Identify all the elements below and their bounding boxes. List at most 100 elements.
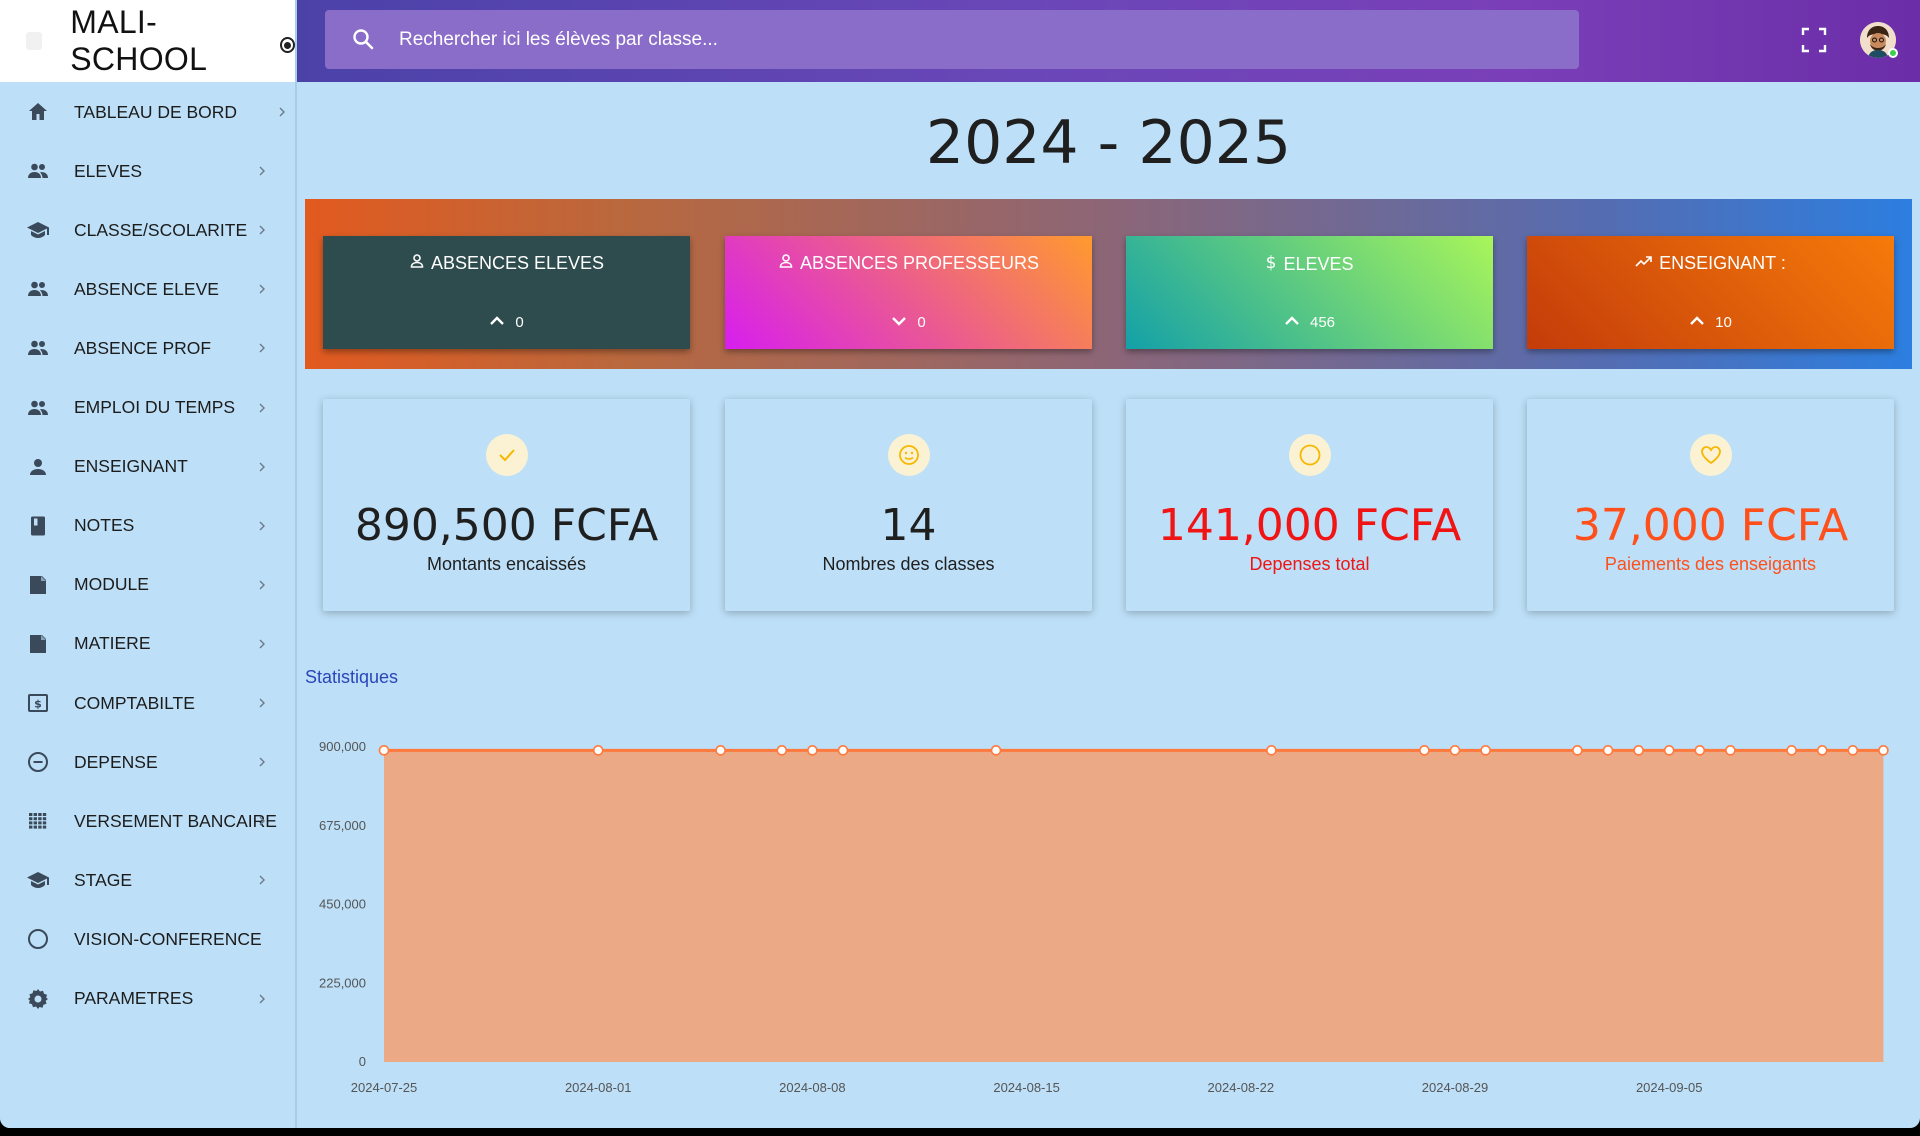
sidebar-item-parametres[interactable]: PARAMETRES [0, 974, 297, 1024]
sidebar-item-label: ELEVES [74, 160, 143, 181]
data-point [1419, 745, 1430, 756]
data-point [837, 745, 849, 756]
data-point [378, 745, 390, 756]
trend-up-icon [1284, 314, 1300, 331]
summary-card-eleves[interactable]: $ ELEVES 456 [1126, 236, 1493, 349]
stat-card-depenses-total[interactable]: 141,000 FCFA Depenses total [1126, 399, 1493, 611]
y-tick-label: 450,000 [319, 897, 366, 912]
sidebar-item-tableau-de-bord[interactable]: TABLEAU DE BORD [0, 87, 297, 137]
stat-card-montants-encaisses[interactable]: 890,500 FCFA Montants encaissés [323, 399, 690, 611]
sidebar-item-enseignant[interactable]: ENSEIGNANT [0, 442, 297, 492]
stat-card-label: Montants encaissés [426, 554, 587, 574]
sidebar-item-notes[interactable]: NOTES [0, 501, 297, 551]
heart-icon [1690, 434, 1732, 476]
sidebar-item-label: VISION-CONFERENCE [74, 928, 262, 949]
note-icon [26, 632, 50, 656]
statistics-label: Statistiques [305, 667, 399, 687]
data-point [1633, 745, 1644, 756]
app-window: MALI-SCHOOL TABLEAU DE BORD ELEVES CLASSE/… [0, 0, 1920, 1128]
summary-card-value: 10 [1715, 314, 1732, 331]
summary-card-absences-eleves[interactable]: ABSENCES ELEVES 0 [323, 236, 690, 349]
sidebar-item-eleves[interactable]: ELEVES [0, 146, 297, 196]
summary-card-absences-professeurs[interactable]: ABSENCES PROFESSEURS 0 [725, 236, 1092, 349]
svg-text:$: $ [34, 698, 42, 711]
summary-card-value: 0 [917, 314, 926, 331]
sidebar-item-stage[interactable]: STAGE [0, 855, 297, 905]
minus-circle-icon [26, 750, 50, 774]
sidebar-item-label: ABSENCE ELEVE [74, 278, 219, 299]
people-icon [26, 336, 50, 360]
fullscreen-icon[interactable] [1800, 26, 1828, 54]
data-point [1816, 745, 1828, 756]
data-point [1602, 745, 1614, 756]
chevron-right-icon [259, 816, 265, 826]
sidebar-item-label: DEPENSE [74, 751, 158, 772]
sidebar-item-absence-prof[interactable]: ABSENCE PROF [0, 323, 297, 373]
data-point [1878, 745, 1889, 756]
school-year-title: 2024 - 2025 [925, 108, 1292, 178]
trending-up-icon [1635, 253, 1653, 274]
sidebar-item-vision-conference[interactable]: VISION-CONFERENCE [0, 914, 297, 964]
search-bar[interactable]: Rechercher ici les élèves par classe... [325, 10, 1579, 69]
topbar: Rechercher ici les élèves par classe... [297, 0, 1920, 82]
trend-up-icon [489, 314, 505, 331]
graduation-cap-icon [26, 218, 50, 242]
search-input[interactable]: Rechercher ici les élèves par classe... [399, 29, 718, 51]
sidebar-item-classe-scolarite[interactable]: CLASSE/SCOLARITE [0, 205, 297, 255]
data-point [1694, 745, 1706, 756]
smile-icon [888, 434, 930, 476]
data-point [990, 745, 1002, 756]
brand[interactable]: MALI-SCHOOL [0, 0, 295, 82]
radio-icon[interactable] [280, 37, 295, 53]
gear-icon [26, 987, 50, 1011]
summary-card-title: ENSEIGNANT : [1659, 253, 1786, 273]
data-point [1449, 745, 1461, 756]
sidebar-item-label: VERSEMENT BANCAIRE [74, 810, 277, 831]
note-icon [26, 573, 50, 597]
data-point [592, 745, 604, 756]
chevron-right-icon [259, 994, 265, 1003]
menu-toggle-icon[interactable] [26, 32, 43, 50]
sidebar-item-comptabilte[interactable]: $ COMPTABILTE [0, 678, 297, 728]
sidebar-item-versement-bancaire[interactable]: VERSEMENT BANCAIRE [0, 796, 297, 846]
sidebar-item-module[interactable]: MODULE [0, 560, 297, 610]
sidebar-item-absence-eleve[interactable]: ABSENCE ELEVE [0, 264, 297, 314]
data-point [1786, 745, 1797, 756]
sidebar-item-matiere[interactable]: MATIERE [0, 619, 297, 669]
chevron-right-icon [259, 875, 265, 885]
sidebar-item-label: ENSEIGNANT [74, 456, 188, 477]
y-tick-label: 900,000 [319, 739, 366, 754]
data-point [1266, 745, 1277, 756]
x-tick-label: 2024-09-05 [1636, 1080, 1703, 1095]
person-outline-icon [409, 253, 425, 274]
sidebar-item-label: NOTES [74, 515, 135, 536]
sidebar-item-label: CLASSE/SCOLARITE [74, 219, 248, 240]
sidebar-item-label: EMPLOI DU TEMPS [74, 397, 236, 417]
sidebar-item-emploi-du-temps[interactable]: EMPLOI DU TEMPS [0, 383, 297, 433]
people-icon [26, 277, 50, 301]
home-icon [26, 100, 50, 124]
sidebar-item-label: TABLEAU DE BORD [74, 101, 238, 122]
summary-card-enseignant[interactable]: ENSEIGNANT : 10 [1527, 236, 1894, 349]
data-point [1480, 745, 1491, 756]
sidebar-item-label: ABSENCE PROF [74, 337, 212, 358]
data-point [715, 745, 726, 756]
sidebar: MALI-SCHOOL TABLEAU DE BORD ELEVES CLASSE/… [0, 0, 297, 1128]
summary-card-title: ABSENCES ELEVES [430, 253, 605, 273]
stat-card-paiements-des-enseigants[interactable]: 37,000 FCFA Paiements des enseigants [1527, 399, 1894, 611]
people-icon [26, 396, 50, 420]
series-area [384, 750, 1884, 1062]
search-icon [353, 29, 374, 50]
x-tick-label: 2024-08-01 [565, 1080, 632, 1095]
chevron-right-icon [259, 225, 265, 235]
x-tick-label: 2024-08-08 [779, 1080, 846, 1095]
stat-card-value: 890,500 FCFA [354, 500, 659, 551]
chevron-right-icon [259, 343, 265, 353]
chevron-right-icon [259, 757, 265, 767]
stat-card-nombres-des-classes[interactable]: 14 Nombres des classes [725, 399, 1092, 611]
sidebar-item-depense[interactable]: DEPENSE [0, 737, 297, 787]
check-icon [486, 434, 528, 476]
stat-card-label: Depenses total [1249, 554, 1370, 574]
data-point [1847, 745, 1859, 756]
dollar-icon: $ [1265, 253, 1277, 276]
